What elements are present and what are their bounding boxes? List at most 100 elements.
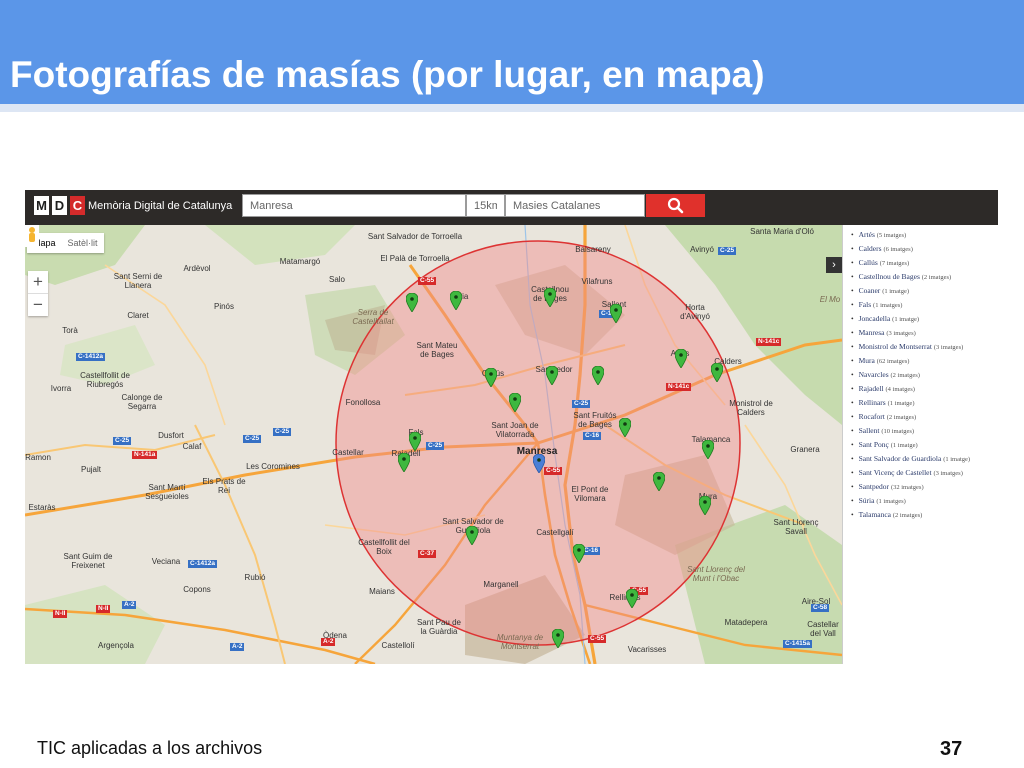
location-list-item[interactable]: Monistrol de Montserrat (3 imatges)	[851, 340, 998, 354]
place-label: Muntanya de Montserrat	[496, 633, 544, 651]
road-label: N-II	[96, 605, 111, 613]
green-map-pin-icon[interactable]	[592, 366, 604, 385]
location-count: (1 imatges)	[876, 498, 906, 505]
location-list-item[interactable]: Rajadell (4 imatges)	[851, 382, 998, 396]
location-list-item[interactable]: Sant Salvador de Guardiola (1 imatge)	[851, 452, 998, 466]
place-label: Serra de Castelltallat	[352, 308, 394, 326]
location-list-item[interactable]: Mura (62 imatges)	[851, 354, 998, 368]
place-label: Sant Martí Sesgueioles	[145, 483, 189, 501]
location-name: Rellinars	[858, 398, 886, 407]
green-map-pin-icon[interactable]	[546, 366, 558, 385]
location-count: (1 imatge)	[892, 316, 920, 323]
road-label: C-37	[418, 550, 437, 558]
location-name: Santpedor	[858, 482, 890, 491]
green-map-pin-icon[interactable]	[711, 363, 723, 382]
location-count: (1 imatge)	[890, 442, 918, 449]
location-list-item[interactable]: Rocafort (2 imatges)	[851, 410, 998, 424]
location-list-item[interactable]: Santpedor (32 imatges)	[851, 480, 998, 494]
location-count: (1 imatge)	[882, 288, 910, 295]
road-label: C-1415a	[783, 640, 812, 648]
green-map-pin-icon[interactable]	[702, 440, 714, 459]
logo-letter-c: C	[70, 196, 85, 215]
green-map-pin-icon[interactable]	[573, 544, 585, 563]
place-label: Castellgalí	[536, 528, 574, 537]
green-map-pin-icon[interactable]	[552, 629, 564, 648]
location-count: (3 imatges)	[933, 470, 963, 477]
location-name: Callús	[858, 258, 878, 267]
location-list-item[interactable]: Coaner (1 imatge)	[851, 284, 998, 298]
green-map-pin-icon[interactable]	[653, 472, 665, 491]
collection-input[interactable]	[505, 194, 645, 217]
location-list-item[interactable]: Manresa (3 imatges)	[851, 326, 998, 340]
place-label: Estaràs	[28, 503, 56, 512]
road-label: C-25	[718, 247, 737, 255]
place-label: Dusfort	[158, 431, 184, 440]
green-map-pin-icon[interactable]	[626, 589, 638, 608]
location-name: Rajadell	[858, 384, 884, 393]
place-label: Calonge de Segarra	[121, 393, 163, 411]
location-list-item[interactable]: Navarcles (2 imatges)	[851, 368, 998, 382]
place-label: Matamargó	[279, 257, 321, 266]
center-blue-map-pin-icon[interactable]	[533, 454, 545, 473]
green-map-pin-icon[interactable]	[485, 368, 497, 387]
road-label: C-1412a	[76, 353, 105, 361]
place-label: El Pont de Vilomara	[571, 485, 609, 503]
zoom-out-button[interactable]: −	[28, 294, 48, 316]
place-search-input[interactable]	[242, 194, 466, 217]
location-list-item[interactable]: Artés (5 imatges)	[851, 228, 998, 242]
location-name: Sant Ponç	[858, 440, 889, 449]
green-map-pin-icon[interactable]	[509, 393, 521, 412]
location-list-item[interactable]: Talamanca (2 imatges)	[851, 508, 998, 522]
road-label: A-2	[230, 643, 245, 651]
place-label: Argençola	[97, 641, 135, 650]
green-map-pin-icon[interactable]	[610, 304, 622, 323]
street-view-pegman-icon[interactable]	[25, 225, 39, 247]
green-map-pin-icon[interactable]	[544, 288, 556, 307]
green-map-pin-icon[interactable]	[406, 293, 418, 312]
green-map-pin-icon[interactable]	[409, 432, 421, 451]
location-name: Manresa	[858, 328, 885, 337]
road-label: N-141c	[666, 383, 692, 391]
location-count: (1 imatge)	[943, 456, 971, 463]
place-label: Monistrol de Calders	[729, 399, 773, 417]
green-map-pin-icon[interactable]	[699, 496, 711, 515]
side-panel-toggle-icon[interactable]: ›	[826, 257, 842, 273]
zoom-in-button[interactable]: +	[28, 271, 48, 294]
radius-input[interactable]	[466, 194, 505, 217]
location-count: (6 imatges)	[883, 246, 913, 253]
place-label: Sant Salvador de Torroella	[367, 232, 463, 241]
road-label: C-55	[544, 467, 563, 475]
location-list-item[interactable]: Castellnou de Bages (2 imatges)	[851, 270, 998, 284]
location-list-item[interactable]: Joncadella (1 imatge)	[851, 312, 998, 326]
location-name: Talamanca	[858, 510, 892, 519]
location-list-item[interactable]: Súria (1 imatges)	[851, 494, 998, 508]
green-map-pin-icon[interactable]	[466, 526, 478, 545]
search-button[interactable]	[646, 194, 705, 217]
location-list-item[interactable]: Fals (1 imatges)	[851, 298, 998, 312]
green-map-pin-icon[interactable]	[619, 418, 631, 437]
location-name: Joncadella	[858, 314, 891, 323]
location-list-item[interactable]: Calders (6 imatges)	[851, 242, 998, 256]
location-name: Rocafort	[858, 412, 885, 421]
place-label: Sant Serni de Llanera	[113, 272, 163, 290]
location-count: (3 imatges)	[886, 330, 916, 337]
road-label: N-141a	[132, 451, 158, 459]
location-list-item[interactable]: Sant Vicenç de Castellet (3 imatges)	[851, 466, 998, 480]
location-list-item[interactable]: Sallent (10 imatges)	[851, 424, 998, 438]
location-count: (32 imatges)	[890, 484, 924, 491]
location-list-item[interactable]: Callús (7 imatges)	[851, 256, 998, 270]
slide-number: 37	[940, 738, 963, 760]
map-view[interactable]: Sant Salvador de Torroella El Palà de To…	[25, 225, 842, 664]
place-label: Les Coromines	[246, 462, 300, 471]
green-map-pin-icon[interactable]	[398, 453, 410, 472]
location-name: Mura	[858, 356, 875, 365]
place-label: Claret	[127, 311, 149, 320]
map-type-satellite[interactable]: Satèl·lit	[62, 233, 104, 253]
location-list-item[interactable]: Rellinars (1 imatge)	[851, 396, 998, 410]
green-map-pin-icon[interactable]	[675, 349, 687, 368]
place-label: Torà	[62, 326, 78, 335]
green-map-pin-icon[interactable]	[450, 291, 462, 310]
location-count: (4 imatges)	[885, 386, 915, 393]
location-list-item[interactable]: Sant Ponç (1 imatge)	[851, 438, 998, 452]
location-name: Sant Vicenç de Castellet	[858, 468, 932, 477]
